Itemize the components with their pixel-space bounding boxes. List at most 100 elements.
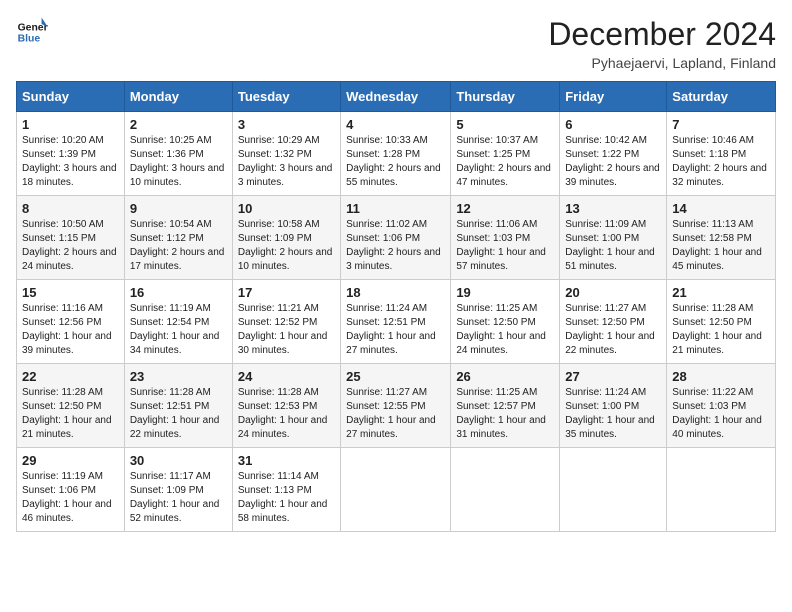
day-number: 1 (22, 117, 119, 132)
calendar-cell (451, 448, 560, 532)
calendar-cell: 12 Sunrise: 11:06 AM Sunset: 1:03 PM Dayl… (451, 196, 560, 280)
day-number: 29 (22, 453, 119, 468)
calendar-cell: 11 Sunrise: 11:02 AM Sunset: 1:06 PM Dayl… (341, 196, 451, 280)
day-number: 9 (130, 201, 227, 216)
calendar-cell: 31 Sunrise: 11:14 AM Sunset: 1:13 PM Dayl… (232, 448, 340, 532)
calendar-cell (667, 448, 776, 532)
calendar-cell: 20 Sunrise: 11:27 AM Sunset: 12:50 PM Day… (560, 280, 667, 364)
calendar-cell: 29 Sunrise: 11:19 AM Sunset: 1:06 PM Dayl… (17, 448, 125, 532)
day-info: Sunrise: 10:50 AM Sunset: 1:15 PM Daylig… (22, 218, 119, 274)
calendar-cell: 1 Sunrise: 10:20 AM Sunset: 1:39 PM Dayli… (17, 112, 125, 196)
day-info: Sunrise: 10:20 AM Sunset: 1:39 PM Daylig… (22, 134, 119, 190)
calendar-cell: 25Sunrise: 11:27 AM Sunset: 12:55 PM Day… (341, 364, 451, 448)
day-number: 19 (456, 285, 554, 300)
calendar-cell: 9 Sunrise: 10:54 AM Sunset: 1:12 PM Dayli… (124, 196, 232, 280)
calendar-cell: 8 Sunrise: 10:50 AM Sunset: 1:15 PM Dayli… (17, 196, 125, 280)
calendar-cell: 14Sunrise: 11:13 AM Sunset: 12:58 PM Day… (667, 196, 776, 280)
calendar-cell: 23 Sunrise: 11:28 AM Sunset: 12:51 PM Day… (124, 364, 232, 448)
day-number: 16 (130, 285, 227, 300)
header-saturday: Saturday (667, 82, 776, 112)
header: General Blue December 2024 Pyhaejaervi, … (16, 16, 776, 71)
header-monday: Monday (124, 82, 232, 112)
day-number: 2 (130, 117, 227, 132)
day-number: 12 (456, 201, 554, 216)
calendar-cell: 28Sunrise: 11:22 AM Sunset: 1:03 PM Dayl… (667, 364, 776, 448)
day-info: Sunrise: 10:29 AM Sunset: 1:32 PM Daylig… (238, 134, 335, 190)
calendar-cell: 13Sunrise: 11:09 AM Sunset: 1:00 PM Dayl… (560, 196, 667, 280)
header-thursday: Thursday (451, 82, 560, 112)
day-info: Sunrise: 11:28 AM Sunset: 12:50 PM Dayli… (22, 386, 119, 442)
day-info: Sunrise: 11:21 AM Sunset: 12:52 PM Dayli… (238, 302, 335, 358)
day-info: Sunrise: 10:54 AM Sunset: 1:12 PM Daylig… (130, 218, 227, 274)
day-number: 4 (346, 117, 445, 132)
calendar-cell: 21 Sunrise: 11:28 AM Sunset: 12:50 PM Day… (667, 280, 776, 364)
day-number: 7 (672, 117, 770, 132)
header-wednesday: Wednesday (341, 82, 451, 112)
calendar-cell (341, 448, 451, 532)
day-number: 24 (238, 369, 335, 384)
day-info: Sunrise: 11:19 AM Sunset: 1:06 PM Daylig… (22, 470, 119, 526)
day-number: 15 (22, 285, 119, 300)
day-info: Sunrise: 11:28 AM Sunset: 12:53 PM Dayli… (238, 386, 335, 442)
header-sunday: Sunday (17, 82, 125, 112)
calendar-cell: 16Sunrise: 11:19 AM Sunset: 12:54 PM Day… (124, 280, 232, 364)
day-number: 20 (565, 285, 661, 300)
day-info: Sunrise: 11:25 AM Sunset: 12:50 PM Dayli… (456, 302, 554, 358)
day-number: 11 (346, 201, 445, 216)
month-title: December 2024 (548, 16, 776, 53)
day-info: Sunrise: 11:25 AM Sunset: 12:57 PM Dayli… (456, 386, 554, 442)
calendar-table: SundayMondayTuesdayWednesdayThursdayFrid… (16, 81, 776, 532)
day-info: Sunrise: 11:24 AM Sunset: 1:00 PM Daylig… (565, 386, 661, 442)
calendar-cell: 30 Sunrise: 11:17 AM Sunset: 1:09 PM Dayl… (124, 448, 232, 532)
calendar-cell: 26Sunrise: 11:25 AM Sunset: 12:57 PM Day… (451, 364, 560, 448)
week-row-1: 1 Sunrise: 10:20 AM Sunset: 1:39 PM Dayli… (17, 112, 776, 196)
calendar-cell: 15 Sunrise: 11:16 AM Sunset: 12:56 PM Day… (17, 280, 125, 364)
day-info: Sunrise: 11:17 AM Sunset: 1:09 PM Daylig… (130, 470, 227, 526)
day-number: 17 (238, 285, 335, 300)
day-info: Sunrise: 10:42 AM Sunset: 1:22 PM Daylig… (565, 134, 661, 190)
day-info: Sunrise: 10:25 AM Sunset: 1:36 PM Daylig… (130, 134, 227, 190)
calendar-cell: 3 Sunrise: 10:29 AM Sunset: 1:32 PM Dayli… (232, 112, 340, 196)
day-number: 14 (672, 201, 770, 216)
day-info: Sunrise: 11:16 AM Sunset: 12:56 PM Dayli… (22, 302, 119, 358)
day-number: 27 (565, 369, 661, 384)
header-friday: Friday (560, 82, 667, 112)
day-number: 21 (672, 285, 770, 300)
day-info: Sunrise: 11:02 AM Sunset: 1:06 PM Daylig… (346, 218, 445, 274)
calendar-cell: 2 Sunrise: 10:25 AM Sunset: 1:36 PM Dayli… (124, 112, 232, 196)
calendar-cell: 17 Sunrise: 11:21 AM Sunset: 12:52 PM Day… (232, 280, 340, 364)
day-number: 25 (346, 369, 445, 384)
day-number: 5 (456, 117, 554, 132)
calendar-cell: 22 Sunrise: 11:28 AM Sunset: 12:50 PM Day… (17, 364, 125, 448)
calendar-cell: 24 Sunrise: 11:28 AM Sunset: 12:53 PM Day… (232, 364, 340, 448)
week-row-3: 15 Sunrise: 11:16 AM Sunset: 12:56 PM Day… (17, 280, 776, 364)
day-number: 23 (130, 369, 227, 384)
calendar-cell: 19 Sunrise: 11:25 AM Sunset: 12:50 PM Day… (451, 280, 560, 364)
day-number: 3 (238, 117, 335, 132)
week-row-5: 29 Sunrise: 11:19 AM Sunset: 1:06 PM Dayl… (17, 448, 776, 532)
day-info: Sunrise: 10:58 AM Sunset: 1:09 PM Daylig… (238, 218, 335, 274)
day-number: 22 (22, 369, 119, 384)
day-number: 30 (130, 453, 227, 468)
day-number: 13 (565, 201, 661, 216)
day-info: Sunrise: 11:28 AM Sunset: 12:51 PM Dayli… (130, 386, 227, 442)
calendar-cell: 5 Sunrise: 10:37 AM Sunset: 1:25 PM Dayli… (451, 112, 560, 196)
day-number: 10 (238, 201, 335, 216)
day-info: Sunrise: 11:28 AM Sunset: 12:50 PM Dayli… (672, 302, 770, 358)
day-info: Sunrise: 11:24 AM Sunset: 12:51 PM Dayli… (346, 302, 445, 358)
calendar-cell: 18Sunrise: 11:24 AM Sunset: 12:51 PM Day… (341, 280, 451, 364)
day-info: Sunrise: 10:46 AM Sunset: 1:18 PM Daylig… (672, 134, 770, 190)
calendar-cell: 27 Sunrise: 11:24 AM Sunset: 1:00 PM Dayl… (560, 364, 667, 448)
day-info: Sunrise: 10:33 AM Sunset: 1:28 PM Daylig… (346, 134, 445, 190)
week-row-2: 8 Sunrise: 10:50 AM Sunset: 1:15 PM Dayli… (17, 196, 776, 280)
header-tuesday: Tuesday (232, 82, 340, 112)
calendar-cell (560, 448, 667, 532)
day-info: Sunrise: 11:14 AM Sunset: 1:13 PM Daylig… (238, 470, 335, 526)
day-number: 8 (22, 201, 119, 216)
day-number: 31 (238, 453, 335, 468)
day-info: Sunrise: 11:27 AM Sunset: 12:50 PM Dayli… (565, 302, 661, 358)
title-area: December 2024 Pyhaejaervi, Lapland, Finl… (548, 16, 776, 71)
day-info: Sunrise: 10:37 AM Sunset: 1:25 PM Daylig… (456, 134, 554, 190)
day-info: Sunrise: 11:06 AM Sunset: 1:03 PM Daylig… (456, 218, 554, 274)
calendar-cell: 6Sunrise: 10:42 AM Sunset: 1:22 PM Dayli… (560, 112, 667, 196)
